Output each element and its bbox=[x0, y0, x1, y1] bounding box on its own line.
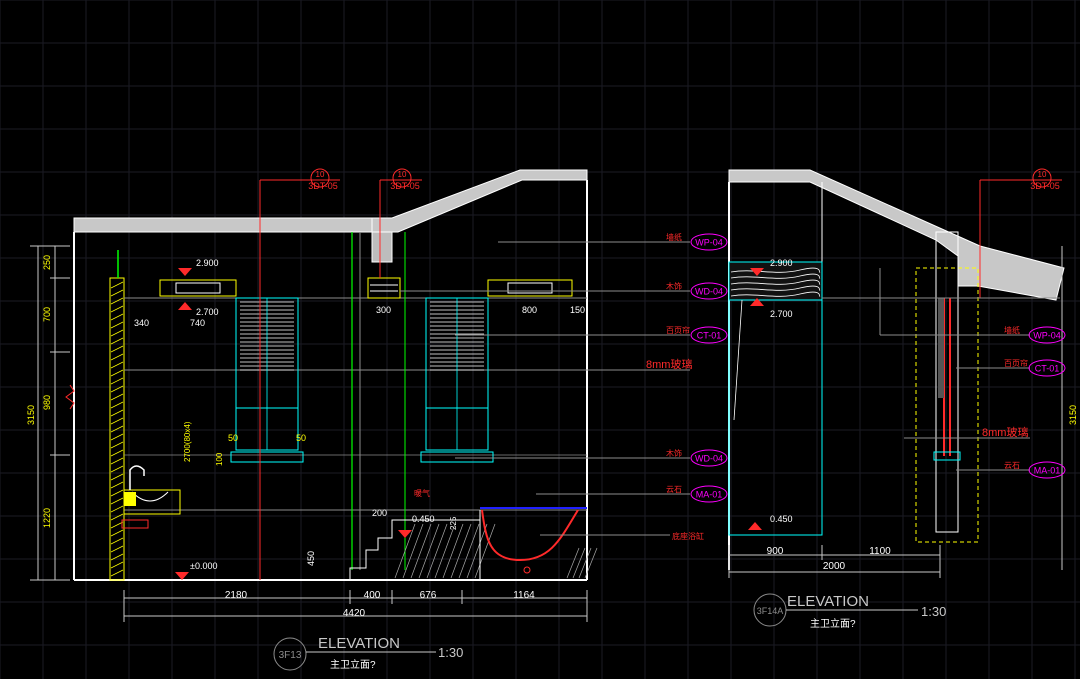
svg-text:900: 900 bbox=[767, 546, 784, 557]
material-label: 8mm玻璃 bbox=[646, 357, 692, 371]
window-right bbox=[420, 297, 494, 463]
level-2700: 2.700 bbox=[196, 307, 219, 317]
svg-text:740: 740 bbox=[190, 318, 205, 328]
material-code: MA-01 bbox=[696, 490, 723, 500]
svg-text:ELEVATION: ELEVATION bbox=[787, 593, 869, 610]
svg-text:300: 300 bbox=[376, 305, 391, 315]
material-tag-3[interactable]: 8mm玻璃 bbox=[646, 357, 692, 371]
material-tag-1[interactable]: 木饰 WD-04 bbox=[666, 281, 728, 300]
material-label: 墙纸 bbox=[1004, 325, 1020, 335]
svg-text:3DT-05: 3DT-05 bbox=[1030, 181, 1060, 191]
svg-text:4420: 4420 bbox=[343, 608, 366, 619]
right-material-tag-1[interactable]: 百页帘 CT-01 bbox=[1004, 358, 1066, 377]
air-vent-left bbox=[159, 279, 237, 297]
svg-text:1:30: 1:30 bbox=[921, 604, 946, 619]
material-code: WP-04 bbox=[1033, 331, 1061, 341]
svg-text:1164: 1164 bbox=[513, 590, 535, 601]
svg-text:400: 400 bbox=[364, 590, 381, 601]
svg-text:250: 250 bbox=[42, 255, 52, 270]
cad-drawing-canvas[interactable]: 10 3DT-05 10 3DT-05 2.900 2.700 0.450 ±0… bbox=[0, 0, 1080, 679]
material-label: 木饰 bbox=[666, 281, 682, 291]
material-label: 云石 bbox=[666, 485, 682, 494]
svg-text:ELEVATION: ELEVATION bbox=[318, 635, 400, 652]
right-material-tags: 墙纸 WP-04 百页帘 CT-01 8mm玻璃云石 MA-01 bbox=[982, 325, 1066, 479]
svg-text:3150: 3150 bbox=[1068, 405, 1078, 425]
svg-text:1100: 1100 bbox=[869, 546, 891, 557]
level-0000: ±0.000 bbox=[190, 561, 217, 571]
material-code: CT-01 bbox=[1035, 364, 1060, 374]
material-label: 百页帘 bbox=[666, 325, 690, 335]
svg-text:1220: 1220 bbox=[42, 508, 52, 528]
svg-text:2.700: 2.700 bbox=[770, 309, 793, 319]
material-tag-2[interactable]: 百页帘 CT-01 bbox=[666, 325, 728, 344]
window-left bbox=[230, 297, 304, 463]
material-label: 云石 bbox=[1004, 461, 1020, 470]
material-tag-0[interactable]: 墙纸 WP-04 bbox=[666, 232, 728, 251]
step-block bbox=[349, 519, 481, 580]
svg-text:50: 50 bbox=[228, 433, 238, 443]
material-label: 墙纸 bbox=[666, 232, 682, 242]
material-tag-4[interactable]: 木饰 WD-04 bbox=[666, 448, 728, 467]
svg-text:2180: 2180 bbox=[225, 590, 248, 601]
svg-text:0.450: 0.450 bbox=[770, 514, 793, 524]
material-code: CT-01 bbox=[697, 331, 722, 341]
svg-text:暖气: 暖气 bbox=[414, 488, 430, 498]
svg-text:10: 10 bbox=[1038, 170, 1047, 179]
svg-text:3F13: 3F13 bbox=[279, 650, 302, 661]
material-label: 木饰 bbox=[666, 448, 682, 458]
left-elevation-title: 3F13 ELEVATION 1:30 主卫立面? bbox=[273, 635, 463, 671]
material-code: WP-04 bbox=[695, 238, 723, 248]
svg-text:450: 450 bbox=[306, 551, 316, 566]
svg-text:100: 100 bbox=[215, 452, 224, 466]
svg-text:200: 200 bbox=[372, 508, 387, 518]
material-tag-5[interactable]: 云石 MA-01 bbox=[666, 485, 728, 503]
svg-text:3150: 3150 bbox=[26, 405, 36, 425]
left-beam-block bbox=[371, 231, 393, 263]
svg-text:2700(80x4): 2700(80x4) bbox=[183, 421, 192, 462]
material-label: 百页帘 bbox=[1004, 358, 1028, 368]
basin bbox=[121, 465, 181, 529]
svg-text:800: 800 bbox=[522, 305, 537, 315]
svg-text:700: 700 bbox=[42, 307, 52, 322]
right-material-tag-3[interactable]: 云石 MA-01 bbox=[1004, 461, 1066, 479]
svg-text:2000: 2000 bbox=[823, 561, 846, 572]
right-elevation-title: 3F14A ELEVATION 1:30 主卫立面? bbox=[753, 593, 946, 630]
svg-text:150: 150 bbox=[570, 305, 585, 315]
material-label: 8mm玻璃 bbox=[982, 425, 1028, 439]
svg-text:225: 225 bbox=[449, 516, 458, 530]
svg-text:3DT-05: 3DT-05 bbox=[390, 181, 420, 191]
background-grid bbox=[0, 0, 1080, 679]
left-ceiling-outline bbox=[73, 217, 373, 233]
svg-text:主卫立面?: 主卫立面? bbox=[330, 658, 376, 671]
svg-text:676: 676 bbox=[420, 590, 437, 601]
left-roof-slope bbox=[371, 169, 588, 233]
svg-text:340: 340 bbox=[134, 318, 149, 328]
svg-text:主卫立面?: 主卫立面? bbox=[810, 617, 856, 630]
right-material-tag-2[interactable]: 8mm玻璃 bbox=[982, 425, 1028, 439]
svg-text:10: 10 bbox=[316, 170, 325, 179]
level-0450: 0.450 bbox=[412, 514, 435, 524]
svg-text:980: 980 bbox=[42, 395, 52, 410]
svg-text:50: 50 bbox=[296, 433, 306, 443]
svg-text:3F14A: 3F14A bbox=[757, 606, 784, 616]
svg-text:3DT-05: 3DT-05 bbox=[308, 181, 338, 191]
svg-text:2.900: 2.900 bbox=[770, 258, 793, 268]
svg-text:10: 10 bbox=[398, 170, 407, 179]
svg-text:1:30: 1:30 bbox=[438, 645, 463, 660]
material-code: WD-04 bbox=[695, 287, 723, 297]
svg-text:底座浴缸: 底座浴缸 bbox=[672, 531, 704, 541]
air-vent-mid bbox=[367, 277, 401, 299]
level-2900: 2.900 bbox=[196, 258, 219, 268]
right-material-tag-0[interactable]: 墙纸 WP-04 bbox=[1004, 325, 1066, 344]
material-tags: 墙纸 WP-04木饰 WD-04百页帘 CT-018mm玻璃木饰 WD-04云石 MA-0… bbox=[646, 232, 728, 503]
material-code: MA-01 bbox=[1034, 466, 1061, 476]
material-code: WD-04 bbox=[695, 454, 723, 464]
